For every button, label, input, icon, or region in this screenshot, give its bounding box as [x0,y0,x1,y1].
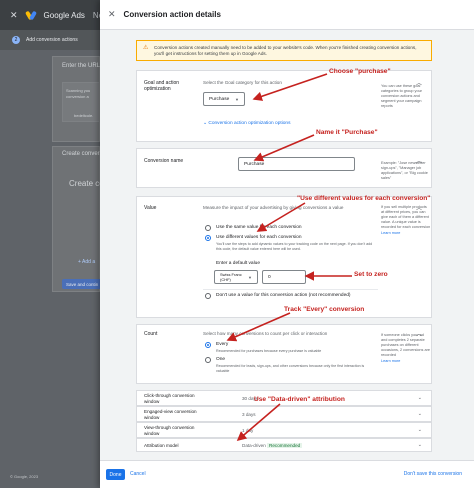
count-every-radio[interactable] [205,342,211,348]
value-card: Value Measure the impact of your adverti… [136,196,432,318]
add-link[interactable]: + Add a [78,259,95,265]
value-learn-more-link[interactable]: Learn more [381,231,431,236]
chevron-down-icon[interactable]: ⌄ [418,427,422,433]
chevron-up-icon[interactable]: ︿ [416,329,422,338]
no-value-label: Don't use a value for this conversion ac… [216,293,351,298]
goal-category-select[interactable]: Purchase ▼ [203,92,245,106]
currency-selected: Swiss Franc (CHF) [220,272,242,282]
view-through-window-value: 1 day [242,428,254,433]
enter-url-text: Enter the URL f [62,63,104,69]
goal-help-text: You can use these goal categories to gro… [381,84,422,108]
optimization-options-label: Conversion action optimization options [208,121,291,126]
done-button[interactable]: Done [106,469,125,480]
chevron-up-icon[interactable]: ︿ [416,78,422,87]
create-card [52,146,100,292]
value-description: Measure the impact of your advertising b… [203,205,344,210]
view-through-window-label: View-through conversion window [144,425,195,436]
attribution-model-value: Data-driven Recommended [242,443,303,448]
goal-label: Goal and action optimization [144,80,180,92]
warning-banner: ⚠ Conversion actions created manually ne… [136,40,432,61]
optimization-options-link[interactable]: ⌄ Conversion action optimization options [203,121,291,126]
google-ads-logo-icon [24,10,37,21]
attribution-model-label: Attribution model [144,443,179,448]
different-values-radio[interactable] [205,235,211,241]
recommended-badge: Recommended [267,443,303,448]
value-help: If you sell multiple products at differe… [381,205,431,236]
same-value-radio[interactable] [205,225,211,231]
close-icon[interactable]: ✕ [108,9,116,20]
no-value-radio[interactable] [205,293,211,299]
caret-down-icon: ▼ [235,96,239,102]
engaged-view-window-label: Engaged-view conversion window [144,409,197,420]
different-values-subtext: You'll use the steps to add dynamic valu… [216,242,373,251]
chevron-up-icon[interactable]: ︿ [416,156,422,165]
different-values-label: Use different values for each conversion [216,235,302,240]
count-one-subtext: Recommended for leads, sign-ups, and oth… [216,364,365,373]
count-every-label: Every [216,342,229,347]
cancel-button[interactable]: Cancel [130,471,146,477]
view-through-window-row[interactable]: View-through conversion window 1 day ⌄ [136,422,432,438]
chevron-down-icon[interactable]: ⌄ [418,442,422,448]
value-help-text: If you sell multiple products at differe… [381,205,431,229]
step-label: Add conversion actions [26,37,78,43]
currency-select[interactable]: Swiss Franc (CHF) ▼ [214,270,258,284]
panel-header: ✕ Conversion action details [100,0,474,30]
annotation-set-zero: Set to zero [354,271,388,278]
count-description: Select how many conversions to count per… [203,331,328,336]
save-continue-button[interactable]: Save and contin [62,279,102,289]
conversion-name-input[interactable]: Purchase [238,157,355,171]
attribution-model-row[interactable]: Attribution model Data-driven Recommende… [136,438,432,452]
count-every-subtext: Recommended for purchases because every … [216,349,322,353]
goal-card: Goal and action optimization Select the … [136,70,432,142]
close-icon[interactable]: ✕ [10,10,18,21]
panel-footer: Done Cancel Don't save this conversion [100,460,474,488]
count-label: Count [144,331,158,337]
attribution-value-text: Data-driven [242,443,266,448]
annotation-different-values: "Use different values for each conversio… [297,195,431,202]
goal-selected: Purchase [209,96,230,102]
same-value-label: Use the same value for each conversion [216,225,302,230]
engaged-view-window-value: 3 days [242,412,256,417]
name-label: Conversion name [144,158,184,164]
annotation-track-every: Track "Every" conversion [284,306,365,313]
default-value-label: Enter a default value [216,261,261,266]
create-text: Create conversi [62,151,105,157]
count-one-radio[interactable] [205,357,211,363]
annotation-choose-purchase: Choose "purchase" [329,68,391,75]
click-through-window-label: Click-through conversion window [144,393,195,404]
count-help-text: If someone clicks your ad and completes … [381,333,430,357]
count-one-label: One [216,357,226,362]
copyright: © Google, 2023 [10,474,39,479]
chevron-down-icon[interactable]: ⌄ [418,411,422,417]
conversion-details-panel: ✕ Conversion action details ⚠ Conversion… [100,0,474,488]
count-help: If someone clicks your ad and completes … [381,333,431,364]
warning-icon: ⚠ [143,45,149,51]
value-label: Value [144,205,157,211]
count-card: Count Select how many conversions to cou… [136,324,432,384]
name-card: Conversion name Purchase Example: "Jose … [136,148,432,188]
caret-down-icon: ▼ [248,274,252,280]
app-name: Google Ads [43,10,85,20]
default-value-input[interactable]: 0 [262,270,306,284]
chevron-down-icon: ⌄ [203,121,208,126]
name-help-text: Example: "Jose newsletter sign-ups", "Ma… [381,161,428,180]
scanning-line-1: Scanning you [66,88,91,93]
scanning-line-2: conversion a [66,94,89,99]
goal-description: Select the Goal category for this action [203,80,282,85]
engaged-view-window-row[interactable]: Engaged-view conversion window 3 days ⌄ [136,406,432,422]
annotation-data-driven: Use "Data-driven" attribution [254,396,345,403]
panel-title: Conversion action details [123,10,221,19]
chevron-down-icon[interactable]: ⌄ [418,395,422,401]
count-learn-more-link[interactable]: Learn more [381,359,431,364]
chevron-up-icon[interactable]: ︿ [416,203,422,212]
divider [203,289,378,290]
annotation-name-purchase: Name it "Purchase" [316,129,378,136]
dont-save-button[interactable]: Don't save this conversion [404,471,462,477]
step-number: 2 [12,36,20,44]
stepper: 2 Add conversion actions [0,30,100,50]
warning-text: Conversion actions created manually need… [154,45,417,56]
domain-text: bedeltcole. [74,113,94,118]
